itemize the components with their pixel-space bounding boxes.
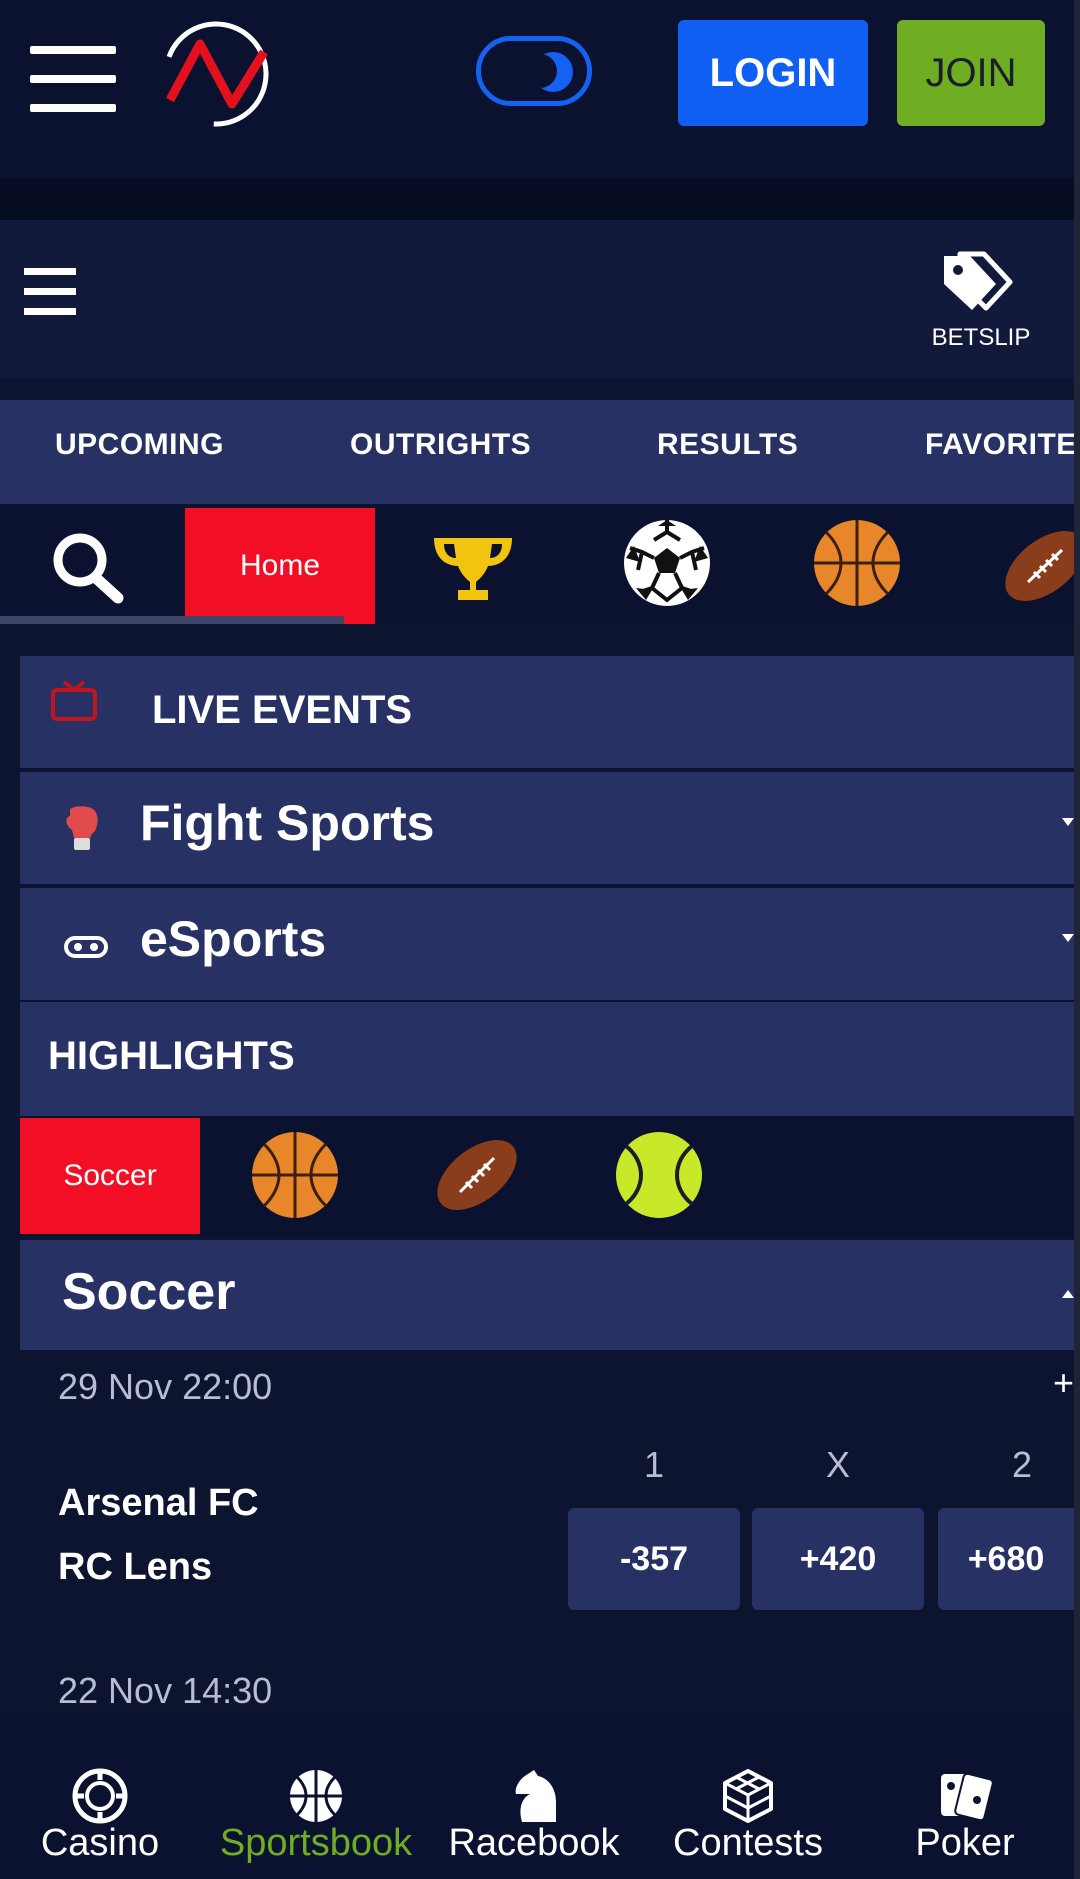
sports-icon-row: Home <box>0 506 1074 624</box>
cards-icon <box>941 1772 993 1822</box>
match-card: 29 Nov 22:00 + 1 X 2 Arsenal FC RC Lens … <box>20 1352 1074 1654</box>
sports-menu-icon[interactable] <box>24 268 76 316</box>
scroll-indicator <box>0 616 344 624</box>
nav-racebook[interactable]: Racebook <box>446 1718 622 1879</box>
soccer-section-header[interactable]: Soccer <box>20 1240 1074 1350</box>
nav-casino[interactable]: Casino <box>20 1718 180 1879</box>
home-team: Arsenal FC <box>58 1482 259 1524</box>
nav-sportsbook[interactable]: Sportsbook <box>210 1718 422 1879</box>
trophy-icon[interactable] <box>430 530 516 606</box>
match-date: 29 Nov 22:00 <box>58 1366 273 1407</box>
away-team: RC Lens <box>58 1546 213 1588</box>
casino-chip-icon <box>72 1768 128 1824</box>
page-edge <box>1074 0 1080 1879</box>
odds-away-button[interactable]: +680 <box>938 1508 1074 1610</box>
nav-contests[interactable]: Contests <box>664 1718 832 1879</box>
cube-icon <box>723 1769 773 1823</box>
fight-sports-label: Fight Sports <box>140 795 435 851</box>
odds-header-2: 2 <box>1011 1444 1033 1485</box>
sports-tabs: UPCOMING OUTRIGHTS RESULTS FAVORITE <box>0 400 1074 504</box>
home-sport-tile[interactable]: Home <box>185 508 375 624</box>
nav-sportsbook-label: Sportsbook <box>219 1822 413 1864</box>
top-header: LOGIN JOIN <box>0 0 1074 178</box>
odds-draw-button[interactable]: +420 <box>752 1508 924 1610</box>
highlights-label: HIGHLIGHTS <box>48 1034 295 1078</box>
login-button[interactable]: LOGIN <box>678 20 868 126</box>
highlights-header: HIGHLIGHTS <box>20 1002 1074 1116</box>
american-football-icon[interactable] <box>1000 522 1074 610</box>
soccer-title: Soccer <box>62 1263 236 1321</box>
header-divider <box>0 178 1074 220</box>
more-markets-button[interactable]: + <box>1053 1362 1074 1404</box>
tag-icon <box>944 251 1013 311</box>
basketball-icon <box>290 1770 342 1822</box>
chevron-down-icon <box>1062 818 1074 826</box>
nav-casino-label: Casino <box>40 1822 160 1864</box>
main-menu-icon[interactable] <box>30 46 116 112</box>
nav-racebook-label: Racebook <box>448 1822 620 1864</box>
basketball-icon[interactable] <box>812 518 902 608</box>
highlights-soccer-tile[interactable]: Soccer <box>20 1118 200 1234</box>
tv-icon <box>51 680 97 721</box>
boxing-glove-icon <box>66 806 98 850</box>
live-events-label: LIVE EVENTS <box>152 688 413 732</box>
sportsbook-page: LOGIN JOIN BETSLIP UPCOMING OUTRIGHTS RE… <box>0 0 1080 1879</box>
tab-results[interactable]: RESULTS <box>657 428 798 462</box>
tab-favorite[interactable]: FAVORITE <box>925 428 1074 462</box>
gamepad-icon <box>64 936 108 958</box>
theme-toggle[interactable] <box>476 36 592 106</box>
tab-upcoming[interactable]: UPCOMING <box>55 428 224 462</box>
search-icon[interactable] <box>48 530 126 604</box>
tab-outrights[interactable]: OUTRIGHTS <box>350 428 531 462</box>
brand-logo[interactable] <box>160 18 272 130</box>
nav-poker-label: Poker <box>915 1822 1015 1864</box>
category-fight-sports[interactable]: Fight Sports <box>20 772 1074 886</box>
betslip-button[interactable]: BETSLIP <box>918 250 1044 370</box>
live-events-row[interactable]: LIVE EVENTS <box>20 656 1074 770</box>
highlights-sport-row: Soccer <box>20 1116 1074 1236</box>
category-esports[interactable]: eSports <box>20 888 1074 1002</box>
odds-header-1: 1 <box>643 1444 665 1485</box>
odds-header-x: X <box>825 1444 850 1485</box>
join-button[interactable]: JOIN <box>897 20 1045 126</box>
chevron-up-icon <box>1062 1290 1074 1298</box>
american-football-icon[interactable] <box>432 1130 522 1220</box>
next-match-date: 22 Nov 14:30 <box>58 1670 273 1711</box>
moon-icon <box>523 52 573 92</box>
horse-icon <box>515 1770 556 1822</box>
soccer-ball-icon[interactable] <box>622 518 712 608</box>
nav-poker[interactable]: Poker <box>880 1718 1050 1879</box>
odds-home-button[interactable]: -357 <box>568 1508 740 1610</box>
esports-label: eSports <box>140 911 327 967</box>
betslip-label: BETSLIP <box>931 324 1031 351</box>
tennis-ball-icon[interactable] <box>614 1130 704 1220</box>
basketball-icon[interactable] <box>250 1130 340 1220</box>
chevron-down-icon <box>1062 934 1074 942</box>
bottom-navigation: Casino Sportsbook Racebook Contests Poke… <box>0 1718 1080 1879</box>
sportsbook-header: BETSLIP <box>0 220 1074 378</box>
nav-contests-label: Contests <box>673 1822 823 1864</box>
